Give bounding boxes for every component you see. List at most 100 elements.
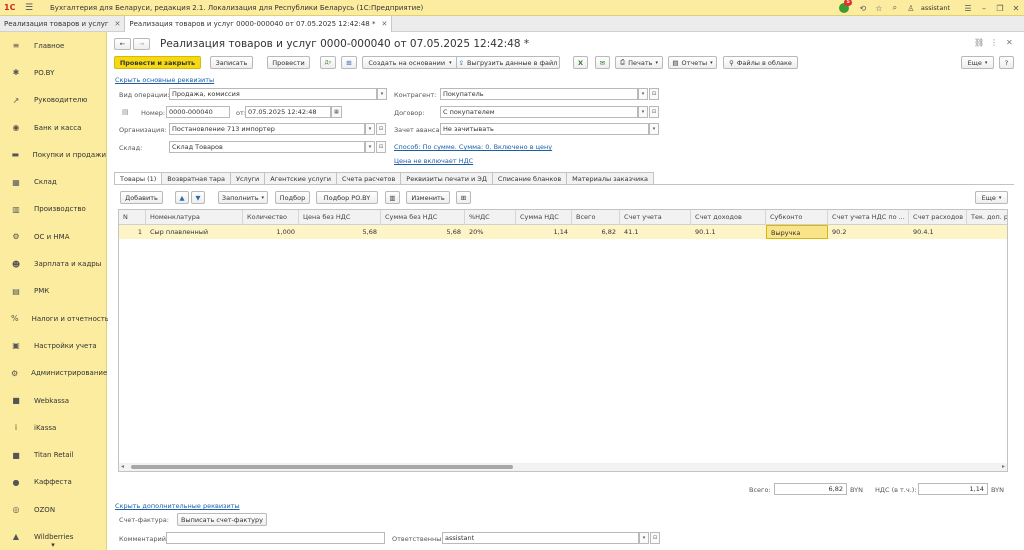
advance-offset-field[interactable]: Не зачитывать bbox=[440, 123, 649, 135]
pick-button[interactable]: Подбор bbox=[275, 191, 310, 204]
move-down-button[interactable]: ▼ bbox=[191, 191, 205, 204]
column-header[interactable]: Счет доходов bbox=[691, 210, 766, 225]
post-and-close-button[interactable]: Провести и закрыть bbox=[114, 56, 201, 69]
current-user[interactable]: assistant bbox=[921, 4, 950, 12]
sidebar-item[interactable]: ● Каффеста bbox=[0, 469, 106, 496]
excel-icon[interactable]: X bbox=[573, 56, 588, 69]
sidebar-item[interactable]: ▬ Покупки и продажи bbox=[0, 141, 106, 168]
add-row-button[interactable]: Добавить bbox=[120, 191, 163, 204]
number-list-icon[interactable]: ▤ bbox=[122, 108, 129, 116]
column-header[interactable]: Всего bbox=[572, 210, 620, 225]
cell-subconto[interactable]: Выручка bbox=[766, 225, 828, 239]
column-header[interactable]: Счет учета НДС по ... bbox=[828, 210, 909, 225]
link-icon[interactable]: ⛓ bbox=[974, 38, 984, 47]
sidebar-item[interactable]: ▦ Склад bbox=[0, 168, 106, 195]
favorites-icon[interactable]: ☆ bbox=[871, 4, 887, 13]
sidebar-item[interactable]: ▥ Производство bbox=[0, 196, 106, 223]
column-header[interactable]: Сумма НДС bbox=[516, 210, 572, 225]
help-button[interactable]: ? bbox=[999, 56, 1014, 69]
table-settings-icon[interactable]: ⊞ bbox=[456, 191, 471, 204]
sidebar-item[interactable]: ■ Titan Retail bbox=[0, 441, 106, 468]
user-icon[interactable]: ♙ bbox=[903, 4, 919, 13]
restore-icon[interactable]: ❐ bbox=[992, 4, 1008, 13]
table-more-button[interactable]: Еще ▾ bbox=[975, 191, 1008, 204]
column-header[interactable]: Номенклатура bbox=[146, 210, 243, 225]
pick-poby-button[interactable]: Подбор PO.BY bbox=[316, 191, 378, 204]
table-row[interactable]: 1 Сыр плавленный 1,000 5,68 5,68 20% 1,14 6,82 4… bbox=[119, 225, 1007, 239]
sidebar-item[interactable]: ≡ Главное bbox=[0, 32, 106, 59]
print-button[interactable]: ⎙ Печать ▾ bbox=[615, 56, 663, 69]
minimize-icon[interactable]: – bbox=[976, 4, 992, 13]
settings-menu-icon[interactable]: ☰ bbox=[960, 4, 976, 13]
hide-main-attributes-link[interactable]: Скрыть основные реквизиты bbox=[115, 76, 214, 84]
column-header[interactable]: %НДС bbox=[465, 210, 516, 225]
column-header[interactable]: Тек. доп. р bbox=[967, 210, 1007, 225]
create-based-on-button[interactable]: Создать на основании ▾ bbox=[362, 56, 458, 69]
cell-vat-sum[interactable]: 1,14 bbox=[516, 225, 572, 239]
cell-vat-rate[interactable]: 20% bbox=[465, 225, 516, 239]
cell-qty[interactable]: 1,000 bbox=[243, 225, 299, 239]
change-button[interactable]: Изменить bbox=[406, 191, 450, 204]
hamburger-menu-icon[interactable]: ☰ bbox=[22, 3, 36, 13]
sidebar-item[interactable]: ■ Webkassa bbox=[0, 387, 106, 414]
column-header[interactable]: Счет расходов bbox=[909, 210, 967, 225]
counterparty-open-icon[interactable]: ⊡ bbox=[649, 88, 659, 100]
horizontal-scrollbar[interactable]: ◂ ▸ bbox=[119, 463, 1007, 471]
contract-field[interactable]: С покупателем bbox=[440, 106, 638, 118]
operation-type-field[interactable]: Продажа, комиссия bbox=[169, 88, 377, 100]
cell-price[interactable]: 5,68 bbox=[299, 225, 381, 239]
organization-field[interactable]: Постановление 713 импортер bbox=[169, 123, 365, 135]
number-field[interactable]: 0000-000040 bbox=[166, 106, 230, 118]
export-to-file-button[interactable]: ⇪ Выгрузить данные в файл bbox=[456, 56, 560, 69]
email-icon[interactable]: ✉ bbox=[595, 56, 610, 69]
close-tab-icon[interactable]: ✕ bbox=[381, 20, 387, 28]
close-tab-icon[interactable]: ✕ bbox=[115, 20, 121, 28]
sidebar-item[interactable]: ◉ Банк и касса bbox=[0, 114, 106, 141]
column-header[interactable]: Цена без НДС bbox=[299, 210, 381, 225]
counterparty-dropdown-icon[interactable]: ▾ bbox=[638, 88, 648, 100]
sidebar-item[interactable]: ◎ OZON bbox=[0, 496, 106, 523]
close-window-icon[interactable]: ✕ bbox=[1008, 4, 1024, 13]
warehouse-dropdown-icon[interactable]: ▾ bbox=[365, 141, 375, 153]
sidebar-item[interactable]: ▣ Настройки учета bbox=[0, 332, 106, 359]
sidebar-item[interactable]: ☻ Зарплата и кадры bbox=[0, 250, 106, 277]
scroll-left-icon[interactable]: ◂ bbox=[121, 463, 124, 471]
counterparty-field[interactable]: Покупатель bbox=[440, 88, 638, 100]
cell-sum[interactable]: 5,68 bbox=[381, 225, 465, 239]
fill-button[interactable]: Заполнить ▾ bbox=[218, 191, 268, 204]
history-icon[interactable]: ⟲ bbox=[855, 4, 871, 13]
search-icon[interactable]: ⌕ bbox=[887, 3, 903, 13]
open-tab-list[interactable]: Реализация товаров и услуг ✕ bbox=[0, 16, 126, 32]
structure-icon[interactable]: ⊞ bbox=[341, 56, 357, 69]
settlement-method-link[interactable]: Способ: По сумме. Сумма: 0. Включено в ц… bbox=[394, 143, 552, 151]
cell-item[interactable]: Сыр плавленный bbox=[146, 225, 243, 239]
warehouse-open-icon[interactable]: ⊡ bbox=[376, 141, 386, 153]
post-button[interactable]: Провести bbox=[267, 56, 310, 69]
cell-acc[interactable]: 41.1 bbox=[620, 225, 691, 239]
contract-open-icon[interactable]: ⊡ bbox=[649, 106, 659, 118]
comment-field[interactable] bbox=[166, 532, 385, 544]
sidebar-item[interactable]: ⚙ Администрирование bbox=[0, 360, 107, 387]
contract-dropdown-icon[interactable]: ▾ bbox=[638, 106, 648, 118]
responsible-open-icon[interactable]: ⊡ bbox=[650, 532, 660, 544]
save-button[interactable]: Записать bbox=[210, 56, 253, 69]
forward-button[interactable]: → bbox=[133, 38, 150, 50]
vat-mode-link[interactable]: Цена не включает НДС bbox=[394, 157, 473, 165]
responsible-field[interactable]: assistant bbox=[442, 532, 639, 544]
cloud-files-button[interactable]: ⚲ Файлы в облаке bbox=[723, 56, 798, 69]
organization-open-icon[interactable]: ⊡ bbox=[376, 123, 386, 135]
open-tab-document[interactable]: Реализация товаров и услуг 0000-000040 о… bbox=[125, 16, 393, 32]
cell-total[interactable]: 6,82 bbox=[572, 225, 620, 239]
date-field[interactable]: 07.05.2025 12:42:48 bbox=[245, 106, 331, 118]
more-vertical-icon[interactable]: ⋮ bbox=[990, 38, 998, 47]
column-header[interactable]: Количество bbox=[243, 210, 299, 225]
sidebar-item[interactable]: ▤ РМК bbox=[0, 278, 106, 305]
notifications-icon[interactable]: 5 bbox=[838, 0, 852, 13]
sidebar-scroll-down-icon[interactable]: ▾ bbox=[0, 541, 106, 550]
favorite-star-icon[interactable]: ☆ bbox=[509, 36, 519, 49]
sidebar-item[interactable]: ⚙ ОС и НМА bbox=[0, 223, 106, 250]
column-header[interactable]: Сумма без НДС bbox=[381, 210, 465, 225]
cell-expense-acc[interactable]: 90.4.1 bbox=[909, 225, 967, 239]
more-button[interactable]: Еще ▾ bbox=[961, 56, 994, 69]
cell-n[interactable]: 1 bbox=[119, 225, 146, 239]
